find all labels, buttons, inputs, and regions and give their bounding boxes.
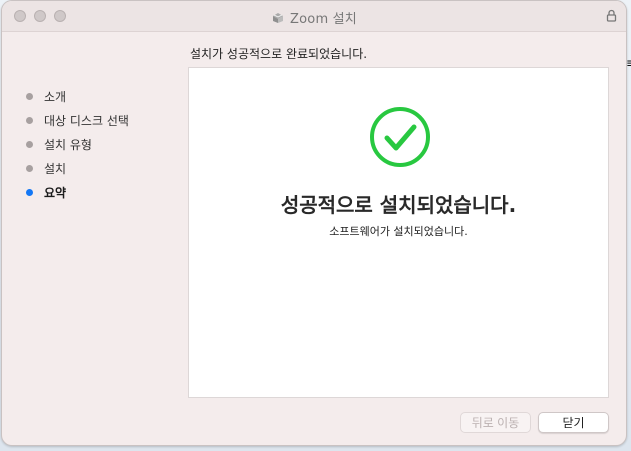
sidebar-step-installation: 설치 bbox=[26, 162, 171, 186]
sidebar-step-label: 설치 유형 bbox=[44, 138, 92, 152]
sidebar-step-label: 설치 bbox=[44, 162, 67, 176]
window-titlebar: Zoom 설치 bbox=[2, 1, 626, 32]
sidebar-step-introduction: 소개 bbox=[26, 90, 171, 114]
installer-status-header: 설치가 성공적으로 완료되었습니다. bbox=[190, 47, 368, 61]
window-title: Zoom 설치 bbox=[290, 12, 357, 27]
success-message: 성공적으로 설치되었습니다. bbox=[280, 193, 517, 217]
close-button[interactable]: 닫기 bbox=[538, 412, 609, 433]
sidebar-step-label: 요약 bbox=[44, 186, 67, 200]
step-indicator-dot bbox=[26, 93, 33, 100]
installer-steps-sidebar: 소개 대상 디스크 선택 설치 유형 설치 요약 bbox=[26, 90, 171, 210]
window-title-area: Zoom 설치 bbox=[2, 8, 626, 27]
sidebar-step-installation-type: 설치 유형 bbox=[26, 138, 171, 162]
lock-icon bbox=[606, 9, 617, 22]
sidebar-step-label: 대상 디스크 선택 bbox=[44, 114, 129, 128]
step-indicator-dot bbox=[26, 165, 33, 172]
desktop-screen: Zoom 설치 설치가 성공적으로 완료되었습니다. 소개 대상 디스크 선택 … bbox=[0, 0, 631, 451]
partial-menu-icon: ≡ bbox=[626, 57, 631, 69]
sidebar-step-summary: 요약 bbox=[26, 186, 171, 210]
sidebar-step-label: 소개 bbox=[44, 90, 67, 104]
step-indicator-dot bbox=[26, 117, 33, 124]
step-indicator-dot bbox=[26, 141, 33, 148]
sidebar-step-destination-disk: 대상 디스크 선택 bbox=[26, 114, 171, 138]
back-button[interactable]: 뒤로 이동 bbox=[460, 412, 531, 433]
installer-summary-panel: 성공적으로 설치되었습니다. 소프트웨어가 설치되었습니다. bbox=[188, 67, 609, 398]
installer-window: Zoom 설치 설치가 성공적으로 완료되었습니다. 소개 대상 디스크 선택 … bbox=[1, 0, 627, 446]
installation-complete-message: 소프트웨어가 설치되었습니다. bbox=[329, 225, 468, 238]
package-icon bbox=[273, 13, 284, 23]
active-step-indicator-dot bbox=[26, 189, 33, 196]
checkmark-circle-icon bbox=[370, 107, 430, 167]
